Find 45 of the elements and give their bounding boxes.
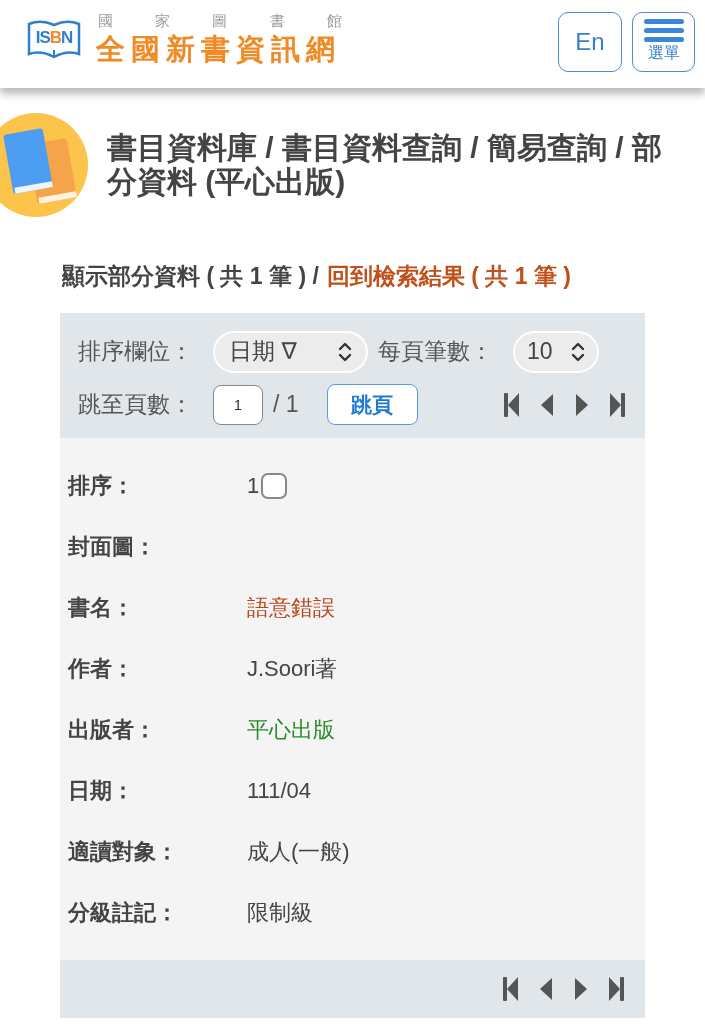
field-label: 分級註記： — [68, 898, 178, 927]
sort-select[interactable]: 日期 ∇ — [213, 330, 368, 373]
open-book-logo-icon — [27, 19, 81, 59]
agency-name: 國 家 圖 書 館 — [98, 12, 342, 30]
book-title-link[interactable]: 語意錯誤 — [247, 592, 335, 623]
field-value: 111/04 — [247, 777, 312, 804]
field-label: 排序： — [68, 471, 134, 500]
site-name: 全國新書資訊網 — [96, 32, 342, 67]
language-button[interactable]: En — [558, 12, 622, 72]
last-page-icon[interactable] — [609, 392, 625, 417]
field-value: 成人(一般) — [247, 837, 350, 866]
logo-text: ISBN — [34, 28, 74, 48]
field-value: 限制級 — [247, 898, 313, 927]
field-label: 封面圖： — [68, 532, 156, 561]
field-label: 作者： — [68, 654, 134, 683]
page-number-field[interactable]: 1 — [213, 384, 263, 425]
summary-text: 顯示部分資料 ( 共 1 筆 ) / — [62, 262, 319, 291]
field-label: 書名： — [68, 593, 134, 622]
per-page-select[interactable]: 10 — [513, 330, 599, 373]
field-value: J.Soori著 — [247, 654, 338, 683]
first-page-icon[interactable] — [503, 977, 519, 1001]
field-label: 適讀對象： — [68, 837, 178, 866]
publisher-link[interactable]: 平心出版 — [247, 714, 335, 745]
up-down-chevron-icon — [338, 341, 352, 362]
go-to-page-label: 跳至頁數： — [78, 390, 193, 419]
previous-page-icon[interactable] — [539, 392, 555, 417]
previous-page-icon[interactable] — [538, 977, 554, 1001]
field-label: 出版者： — [68, 715, 156, 744]
books-icon — [0, 113, 88, 217]
field-label: 日期： — [68, 776, 134, 805]
menu-icon — [643, 19, 684, 42]
last-page-icon[interactable] — [608, 977, 624, 1001]
sort-field-label: 排序欄位： — [78, 337, 193, 366]
next-page-icon[interactable] — [573, 977, 589, 1001]
first-page-icon[interactable] — [504, 392, 520, 417]
go-to-page-button[interactable]: 跳頁 — [326, 384, 418, 425]
next-page-icon[interactable] — [574, 392, 590, 417]
page-total: / 1 — [273, 391, 299, 418]
menu-button[interactable]: 選單 — [632, 12, 695, 72]
select-checkbox[interactable] — [261, 472, 288, 499]
record-number: 1 — [247, 472, 260, 499]
back-to-results-link[interactable]: 回到檢索結果 ( 共 1 筆 ) — [326, 261, 571, 291]
breadcrumb-text: 書目資料庫 / 書目資料查詢 / 簡易查詢 / 部分資料 (平心出版) — [107, 131, 663, 199]
up-down-chevron-icon — [571, 341, 585, 362]
per-page-label: 每頁筆數： — [378, 337, 493, 366]
